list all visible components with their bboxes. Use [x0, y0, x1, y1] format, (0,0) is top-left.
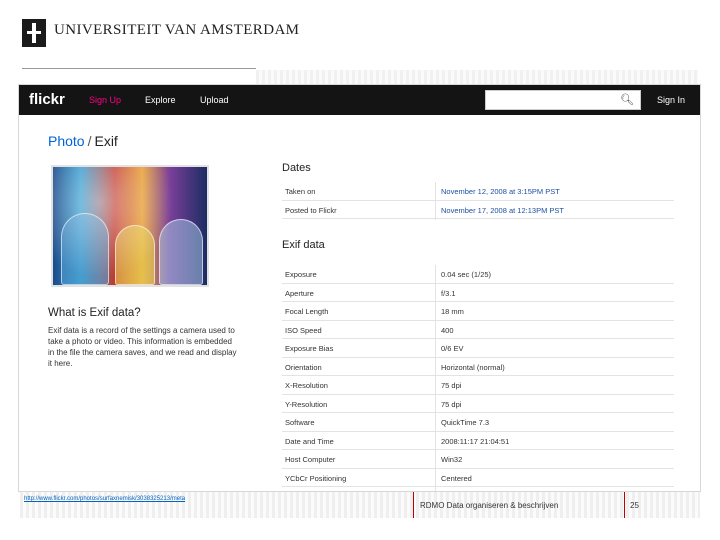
flickr-logo[interactable]: flickr [29, 91, 65, 108]
row-value: 75 dpi [441, 399, 462, 409]
table-row: Aperture f/3.1 [282, 284, 674, 302]
row-label: Y-Resolution [285, 399, 328, 409]
institution-name: UNIVERSITEIT VAN AMSTERDAM [54, 22, 300, 38]
breadcrumb: Photo / Exif [48, 133, 118, 149]
row-label: Aperture [285, 288, 314, 298]
row-value: 400 [441, 325, 454, 335]
row-value: Horizontal (normal) [441, 362, 505, 372]
row-value: Win32 [441, 455, 463, 464]
breadcrumb-separator: / [87, 133, 92, 149]
table-row: ISO Speed 400 [282, 321, 674, 339]
row-label: Exposure [285, 270, 317, 279]
row-value: QuickTime 7.3 [441, 418, 490, 427]
flickr-navbar: flickr Sign Up Explore Upload 🔍︎ Sign In [19, 85, 700, 115]
exif-question-heading: What is Exif data? [48, 307, 141, 319]
row-label: Exposure Bias [285, 344, 334, 353]
row-label: YCbCr Positioning [285, 473, 347, 483]
footer-divider [413, 492, 414, 518]
exif-table: Exposure 0.04 sec (1/25) Aperture f/3.1 Fo… [282, 265, 674, 487]
light-glow [53, 167, 207, 285]
table-row: Posted to Flickr November 17, 2008 at 12… [282, 201, 674, 219]
row-label: Orientation [285, 362, 322, 372]
table-row: Y-Resolution 75 dpi [282, 395, 674, 413]
header-divider [22, 68, 256, 69]
exif-description: Exif data is a record of the settings a … [48, 326, 237, 368]
row-value-link[interactable]: November 12, 2008 at 3:15PM PST [441, 187, 560, 196]
row-label: Date and Time [285, 436, 334, 446]
nav-sign-up[interactable]: Sign Up [89, 95, 121, 105]
table-row: X-Resolution 75 dpi [282, 376, 674, 395]
row-value: 18 mm [441, 307, 464, 316]
row-label: Taken on [285, 187, 316, 196]
column-divider [435, 265, 436, 491]
dates-heading: Dates [282, 162, 311, 174]
photo-thumbnail[interactable] [51, 165, 209, 287]
table-row: Software QuickTime 7.3 [282, 413, 674, 432]
nav-explore[interactable]: Explore [145, 95, 176, 105]
table-row: Taken on November 12, 2008 at 3:15PM PST [282, 182, 674, 201]
row-label: ISO Speed [285, 325, 322, 335]
row-label: X-Resolution [285, 381, 328, 390]
row-value: 0/6 EV [441, 344, 464, 353]
table-row: Date and Time 2008:11:17 21:04:51 [282, 432, 674, 450]
footer-title: RDMO Data organiseren & beschrijven [420, 501, 559, 510]
search-icon[interactable]: 🔍︎ [620, 93, 634, 106]
table-row: Focal Length 18 mm [282, 302, 674, 321]
slide-number: 25 [630, 501, 639, 510]
exif-heading: Exif data [282, 239, 325, 251]
row-value: 0.04 sec (1/25) [441, 270, 492, 279]
sign-in-link[interactable]: Sign In [657, 95, 685, 105]
row-value: f/3.1 [441, 288, 456, 298]
breadcrumb-current: Exif [94, 133, 118, 149]
table-row: Exposure 0.04 sec (1/25) [282, 265, 674, 284]
source-url-link[interactable]: http://www.flickr.com/photos/surfaxnemis… [24, 496, 185, 502]
table-row: Host Computer Win32 [282, 450, 674, 469]
row-value: 2008:11:17 21:04:51 [441, 436, 510, 446]
row-value: Centered [441, 473, 472, 483]
row-label: Posted to Flickr [285, 205, 337, 215]
footer-divider [624, 492, 625, 518]
row-value: 75 dpi [441, 381, 462, 390]
column-divider [435, 182, 436, 220]
flickr-screenshot: flickr Sign Up Explore Upload 🔍︎ Sign In… [18, 84, 701, 492]
breadcrumb-photo-link[interactable]: Photo [48, 133, 85, 149]
uva-logo [22, 19, 46, 47]
dates-table: Taken on November 12, 2008 at 3:15PM PST… [282, 182, 674, 219]
table-row: Orientation Horizontal (normal) [282, 358, 674, 376]
row-label: Focal Length [285, 307, 329, 316]
search-input[interactable]: 🔍︎ [485, 90, 641, 110]
logo-bar [27, 31, 41, 34]
row-label: Host Computer [285, 455, 336, 464]
row-value-link[interactable]: November 17, 2008 at 12:13PM PST [441, 206, 564, 215]
nav-upload[interactable]: Upload [200, 95, 229, 105]
table-row: Exposure Bias 0/6 EV [282, 339, 674, 358]
row-label: Software [285, 418, 315, 427]
table-row: YCbCr Positioning Centered [282, 469, 674, 487]
